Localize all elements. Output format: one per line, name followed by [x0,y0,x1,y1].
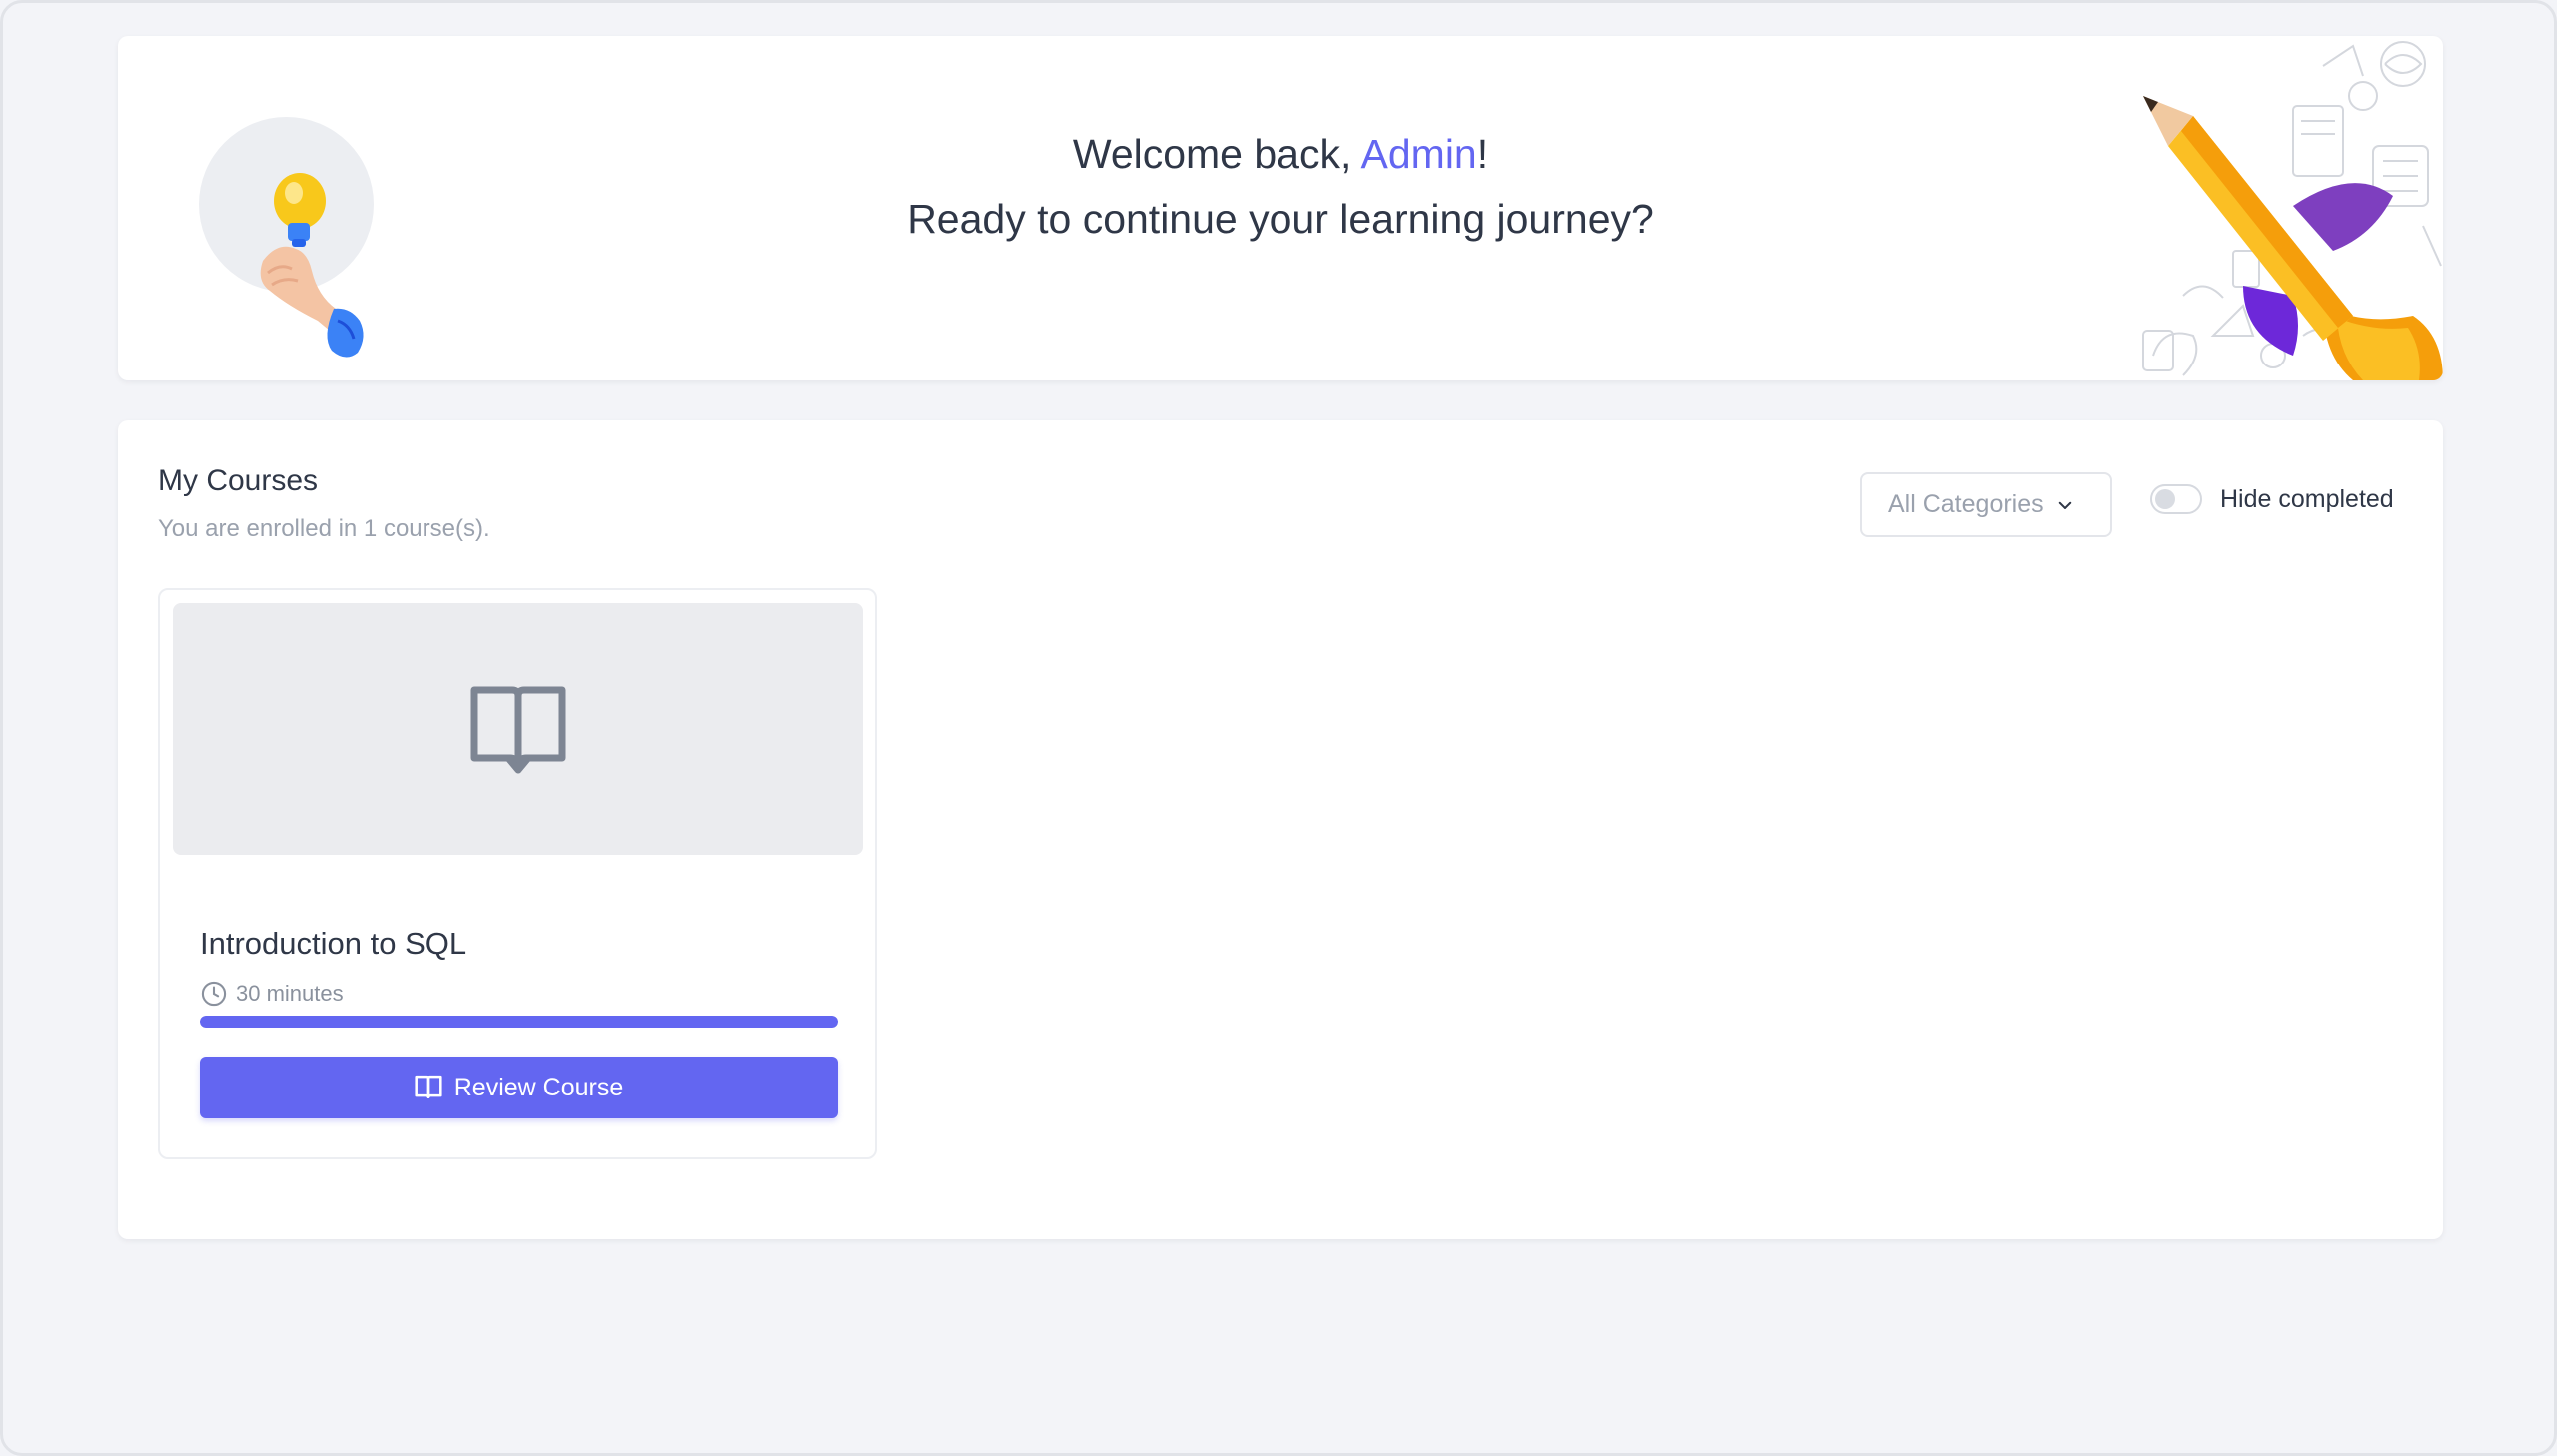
hide-completed-label: Hide completed [2220,484,2394,513]
course-title: Introduction to SQL [200,926,467,961]
clock-icon [201,981,227,1007]
hide-completed-control: Hide completed [2150,484,2394,514]
book-open-icon [470,686,565,774]
course-thumbnail [173,603,863,855]
welcome-message: Welcome back, Admin! Ready to continue y… [118,122,2443,252]
hide-completed-toggle[interactable] [2150,484,2202,514]
review-course-button[interactable]: Review Course [200,1057,838,1118]
enrolled-count: You are enrolled in 1 course(s). [158,515,490,542]
course-duration: 30 minutes [200,980,344,1008]
welcome-banner: Welcome back, Admin! Ready to continue y… [118,36,2443,380]
duration-text: 30 minutes [236,981,344,1006]
section-title: My Courses [158,464,319,497]
app-frame: Welcome back, Admin! Ready to continue y… [0,0,2557,1456]
book-open-icon [415,1075,442,1099]
course-card: Introduction to SQL 30 minutes Review Co… [158,588,877,1159]
welcome-greeting: Welcome back, Admin! [1072,131,1489,177]
course-progress-fill [200,1016,838,1028]
user-name: Admin [1360,131,1477,177]
review-course-label: Review Course [453,1073,624,1101]
welcome-subtitle: Ready to continue your learning journey? [907,196,1654,242]
course-progress-bar [200,1016,838,1028]
chevron-down-icon [2058,501,2071,509]
pencil-rocket-icon [2142,41,2443,380]
category-filter-select[interactable]: All Categories [1860,472,2112,537]
category-filter-value: All Categories [1888,490,2044,518]
my-courses-section: My Courses You are enrolled in 1 course(… [118,420,2443,1239]
